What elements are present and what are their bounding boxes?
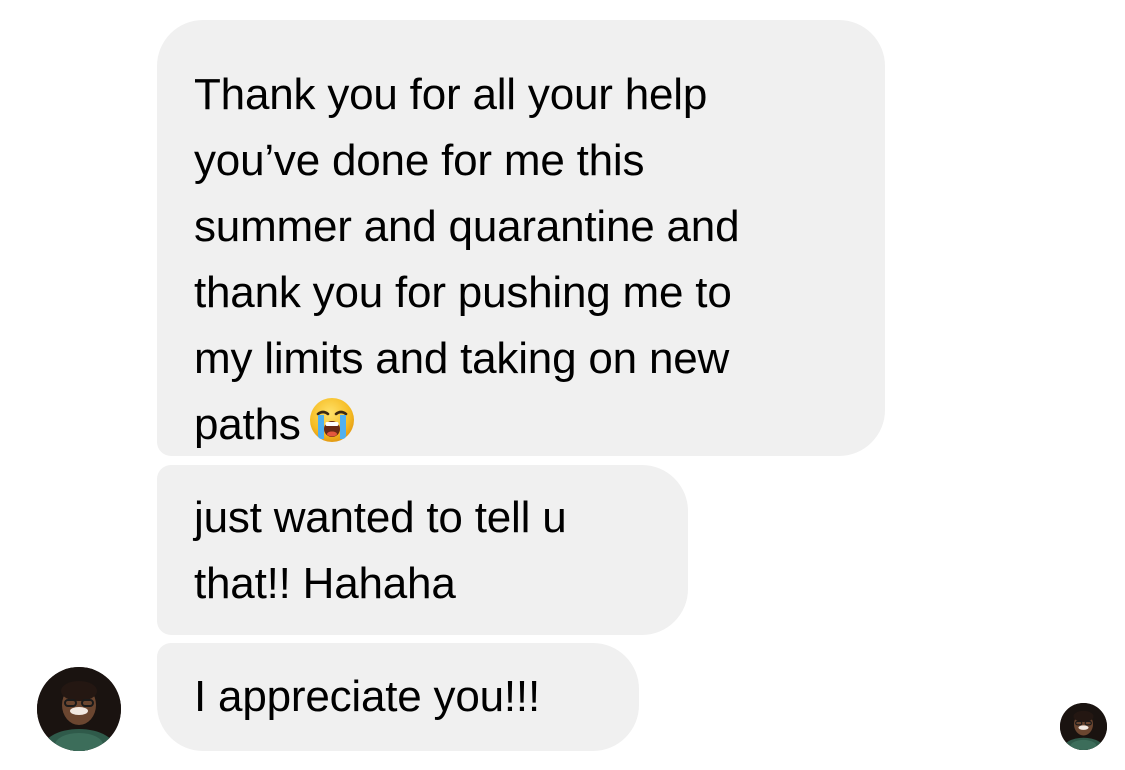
message-text-line: you’ve done for me this xyxy=(194,136,645,185)
message-text-line: just wanted to tell u xyxy=(194,493,567,542)
message-bubble[interactable]: Thank you for all your help you’ve done … xyxy=(157,20,885,456)
message-text-line: that!! Hahaha xyxy=(194,559,456,608)
message-thread: Thank you for all your help you’ve done … xyxy=(0,0,1125,770)
message-text-line: paths xyxy=(194,400,301,449)
message-text-line: summer and quarantine and xyxy=(194,202,740,251)
message-text-line: my limits and taking on new xyxy=(194,334,730,383)
message-text-line-with-emoji: paths xyxy=(194,392,851,458)
message-bubble[interactable]: I appreciate you!!! xyxy=(157,643,639,751)
message-text-line: I appreciate you!!! xyxy=(194,672,540,721)
contact-avatar[interactable] xyxy=(37,667,121,751)
message-text-line: Thank you for all your help xyxy=(194,70,708,119)
message-bubble[interactable]: just wanted to tell u that!! Hahaha xyxy=(157,465,688,635)
seen-by-avatar xyxy=(1060,703,1107,750)
loudly-crying-face-icon xyxy=(307,395,357,445)
message-text-line: thank you for pushing me to xyxy=(194,268,732,317)
